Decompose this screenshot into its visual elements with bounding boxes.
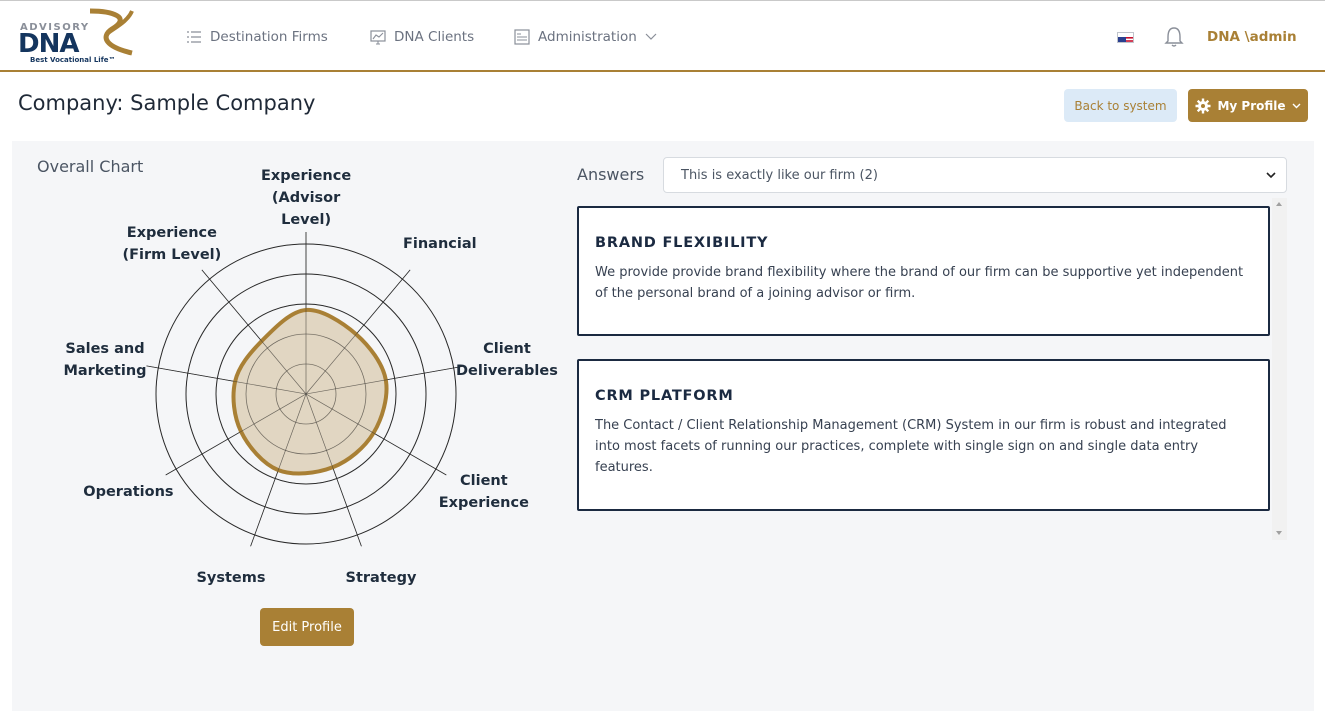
radar-axis-label-line: Strategy [345, 570, 417, 587]
radar-axis-label: Strategy [346, 567, 417, 589]
user-menu[interactable]: DNA \admin [1207, 29, 1297, 45]
back-to-system-button[interactable]: Back to system [1064, 89, 1177, 122]
nav-destination-firms[interactable]: Destination Firms [186, 27, 328, 47]
answer-card-text: The Contact / Client Relationship Manage… [595, 418, 1227, 475]
page-title: Company: Sample Company [18, 91, 316, 115]
answer-card: CRM PLATFORM The Contact / Client Relati… [577, 359, 1270, 511]
radar-axis-label: Experience (Advisor Level) [261, 165, 351, 231]
nav-dna-clients-label: DNA Clients [394, 29, 475, 45]
my-profile-button[interactable]: My Profile [1188, 89, 1308, 122]
answer-card: BRAND FLEXIBILITY We provide provide bra… [577, 206, 1270, 336]
radar-axis-label-line: Financial [402, 235, 477, 252]
notification-bell-icon[interactable] [1164, 26, 1184, 48]
radar-axis-label: Client Experience [439, 470, 529, 514]
radar-axis-label-line: Systems [196, 570, 266, 587]
radar-axis-label-line: Marketing [63, 362, 147, 379]
radar-axis-label-line: Client [483, 340, 531, 357]
radar-axis-label-line: Client [459, 473, 508, 489]
radar-axis-label-line: Experience [126, 224, 217, 241]
answer-card-title: CRM PLATFORM [595, 388, 734, 404]
logo-tagline: Best Vocational Life™ [30, 56, 116, 64]
scroll-up-arrow-icon[interactable] [1276, 202, 1282, 206]
nav-destination-firms-label: Destination Firms [210, 29, 328, 45]
answers-label: Answers [577, 165, 645, 184]
nav-dna-clients[interactable]: DNA Clients [370, 27, 474, 47]
my-profile-label: My Profile [1217, 98, 1286, 113]
radar-axis-label-line: Level) [281, 212, 332, 228]
radar-axis-label-line: Experience [261, 168, 352, 184]
admin-panel-icon [514, 29, 530, 45]
radar-axis-label: Operations [83, 481, 173, 503]
navbar: ADVISORY DNA Best Vocational Life™ Desti… [0, 1, 1325, 72]
answers-filter-select[interactable]: This is exactly like our firm (2) [663, 157, 1287, 193]
answer-card-title: BRAND FLEXIBILITY [595, 235, 769, 251]
scroll-down-arrow-icon[interactable] [1276, 531, 1282, 535]
nav-administration[interactable]: Administration [514, 27, 659, 47]
chevron-down-icon [643, 29, 659, 45]
chart-monitor-icon [370, 29, 386, 45]
radar-axis-label-line: (Advisor [271, 190, 341, 206]
edit-profile-button[interactable]: Edit Profile [260, 608, 354, 646]
answers-list[interactable]: BRAND FLEXIBILITY We provide provide bra… [577, 198, 1287, 540]
advisory-dna-logo[interactable]: ADVISORY DNA Best Vocational Life™ [18, 7, 136, 67]
radar-axis-label: Experience (Firm Level) [123, 222, 222, 266]
radar-axis-label-line: Sales and [65, 340, 145, 357]
dna-helix-icon [89, 8, 134, 56]
gear-icon [1195, 98, 1211, 113]
radar-axis-label-line: Deliverables [456, 362, 558, 379]
chevron-down-icon [1292, 103, 1301, 108]
radar-axis-label-line: Operations [83, 484, 174, 500]
radar-axis-label: Systems [196, 567, 265, 589]
us-flag-icon[interactable] [1117, 32, 1134, 43]
radar-axis-label: Client Deliverables [456, 338, 558, 382]
answer-card-text: We provide provide brand flexibility whe… [595, 265, 1244, 301]
radar-axis-label: Financial [403, 233, 477, 255]
answers-scrollbar[interactable] [1272, 198, 1287, 540]
chevron-down-icon [1266, 172, 1276, 179]
nav-administration-label: Administration [538, 29, 637, 45]
radar-axis-label: Sales and Marketing [63, 338, 146, 382]
radar-axis-label-line: (Firm Level) [122, 246, 222, 263]
radar-axis-label-line: Experience [438, 495, 529, 511]
list-icon [186, 29, 202, 45]
answers-filter-value: This is exactly like our firm (2) [681, 167, 878, 183]
